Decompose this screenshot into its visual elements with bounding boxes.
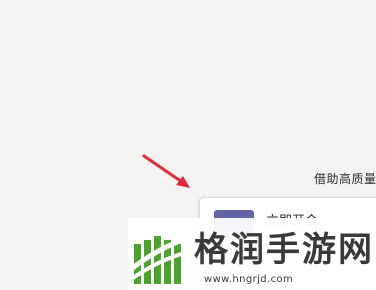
app-window: 借助高质量 立即开会 格润手游网 www.hngrjd.com [0,0,376,290]
watermark-url: www.hngrjd.com [204,274,294,285]
caption-text: 借助高质量 [314,172,376,186]
grun-logo-icon [128,230,190,288]
watermark-title: 格润手游网 [194,230,374,270]
red-arrow-annotation-icon [142,154,190,188]
watermark: 格润手游网 www.hngrjd.com [128,226,376,290]
